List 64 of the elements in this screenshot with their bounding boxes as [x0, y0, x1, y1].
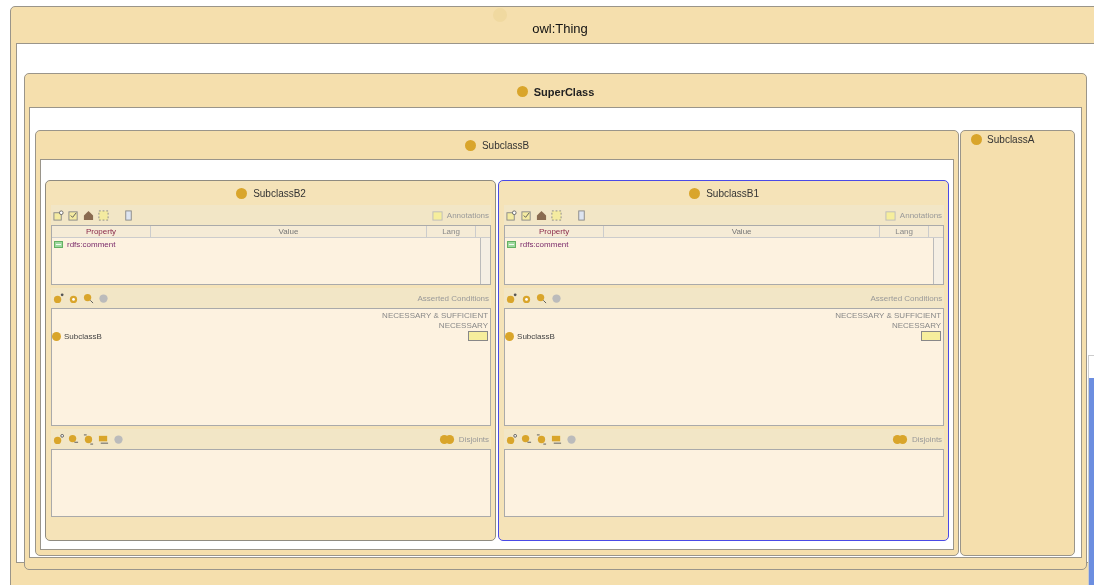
column-header[interactable]: Value: [604, 226, 881, 237]
condition-label: NECESSARY & SUFFICIENT: [835, 311, 942, 321]
table-cell: rdfs:comment: [67, 240, 116, 249]
circle-add-icon[interactable]: [53, 433, 64, 445]
circle-add-icon[interactable]: [506, 292, 518, 304]
class-dot-icon: [516, 86, 528, 97]
class-name: SubclassA: [987, 134, 1035, 145]
condition-label: NECESSARY & SUFFICIENT: [382, 311, 489, 321]
bookmark-icon[interactable]: [576, 209, 588, 221]
section-title: Annotations: [899, 210, 943, 220]
two-circles-icon: [891, 433, 908, 445]
house-icon[interactable]: [536, 209, 548, 221]
section-title: Asserted Conditions: [417, 293, 490, 303]
annotation-icon: [54, 241, 63, 248]
sheet-check-icon[interactable]: [68, 209, 79, 221]
class-frame[interactable]: [35, 130, 960, 556]
sheet-check-icon[interactable]: [521, 209, 533, 221]
section-title: Annotations: [446, 210, 490, 220]
superclass-name: SubclassB: [64, 331, 102, 341]
class-frame[interactable]: SubclassA: [960, 130, 1075, 556]
table-cell: rdfs:comment: [520, 240, 569, 249]
class-name: SubclassB1: [706, 187, 759, 199]
note-icon: [431, 209, 443, 221]
annotation-icon: [507, 241, 517, 248]
class-name: SubclassB: [481, 139, 530, 151]
dropdown-button[interactable]: [468, 331, 489, 341]
class-dot-icon: [52, 331, 61, 341]
class-dot-icon: [464, 139, 476, 151]
class-name: SuperClass: [533, 85, 595, 98]
class-dot-icon: [689, 187, 701, 199]
class-name: SubclassB2: [253, 187, 306, 199]
class-card[interactable]: SubclassB2 Annotations Property Value Lang rdfs:comment Asserted Conditions NECESSARY & SUFFICIENT NECESSARY SubclassB Disjoints: [45, 180, 497, 541]
column-header[interactable]: Property: [505, 226, 605, 237]
column-header[interactable]: Property: [52, 226, 151, 237]
class-dot-icon: [493, 8, 507, 22]
section-title: Disjoints: [911, 434, 943, 444]
section-title: Disjoints: [458, 434, 490, 444]
class-frame[interactable]: [10, 6, 1094, 585]
superclass-name: SubclassB: [517, 331, 555, 341]
column-header[interactable]: Value: [151, 226, 428, 237]
house-icon[interactable]: [83, 209, 94, 221]
square-bracket-icon[interactable]: [98, 433, 109, 445]
bookmark-icon[interactable]: [123, 209, 134, 221]
square-bracket-icon[interactable]: [551, 433, 563, 445]
sheet-add-icon[interactable]: [506, 209, 518, 221]
dropdown-button[interactable]: [921, 331, 942, 341]
dotted-square-icon[interactable]: [551, 209, 563, 221]
two-circles-icon: [438, 433, 455, 445]
scrollbar[interactable]: [480, 238, 491, 284]
condition-label: NECESSARY: [891, 321, 942, 331]
class-dot-icon: [505, 331, 515, 341]
circle-add-icon[interactable]: [53, 292, 64, 304]
dotted-square-icon[interactable]: [98, 209, 109, 221]
class-name: owl:Thing: [532, 20, 588, 36]
condition-label: NECESSARY: [438, 321, 489, 331]
scrollbar[interactable]: [933, 238, 944, 284]
class-card[interactable]: SubclassB1 Annotations Property Value Lang rdfs:comment Asserted Conditions NECESSARY & SUFFICIENT NECESSARY SubclassB Disjoints: [498, 180, 950, 541]
class-dot-icon: [971, 134, 983, 145]
circle-add-icon[interactable]: [506, 433, 518, 445]
note-icon: [884, 209, 896, 221]
class-dot-icon: [236, 187, 248, 199]
sheet-add-icon[interactable]: [53, 209, 64, 221]
class-frame[interactable]: [24, 73, 1087, 570]
section-title: Asserted Conditions: [870, 293, 943, 303]
